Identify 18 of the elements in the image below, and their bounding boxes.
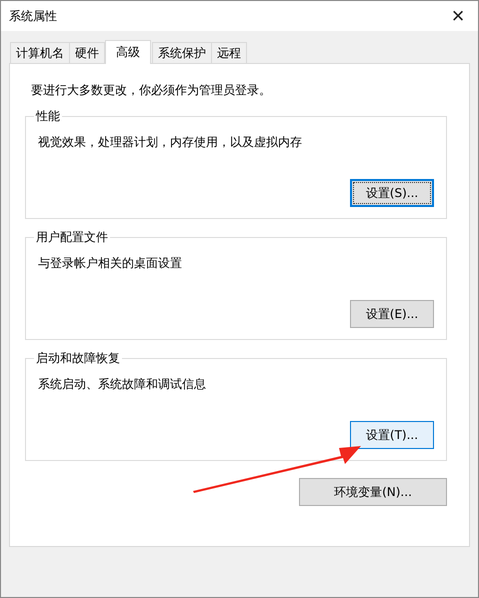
- environment-variables-button[interactable]: 环境变量(N)...: [299, 478, 447, 506]
- tab[interactable]: 远程: [211, 42, 247, 63]
- group-description: 与登录帐户相关的桌面设置: [38, 255, 183, 272]
- group-title: 用户配置文件: [34, 229, 110, 246]
- group-title: 性能: [34, 108, 62, 125]
- settings-button[interactable]: 设置(T)...: [350, 421, 434, 449]
- tab[interactable]: 高级: [105, 40, 151, 64]
- window-title: 系统属性: [9, 8, 57, 24]
- tab[interactable]: 硬件: [69, 42, 105, 63]
- tab[interactable]: 系统保护: [152, 42, 212, 63]
- close-button[interactable]: ×: [438, 1, 478, 31]
- group-title: 启动和故障恢复: [34, 350, 122, 367]
- settings-button[interactable]: 设置(S)...: [350, 179, 434, 207]
- group-description: 系统启动、系统故障和调试信息: [38, 376, 207, 393]
- settings-button[interactable]: 设置(E)...: [350, 300, 434, 328]
- group-description: 视觉效果，处理器计划，内存使用，以及虚拟内存: [38, 134, 303, 151]
- notice-text: 要进行大多数更改，你必须作为管理员登录。: [31, 82, 272, 99]
- tab[interactable]: 计算机名: [10, 42, 70, 63]
